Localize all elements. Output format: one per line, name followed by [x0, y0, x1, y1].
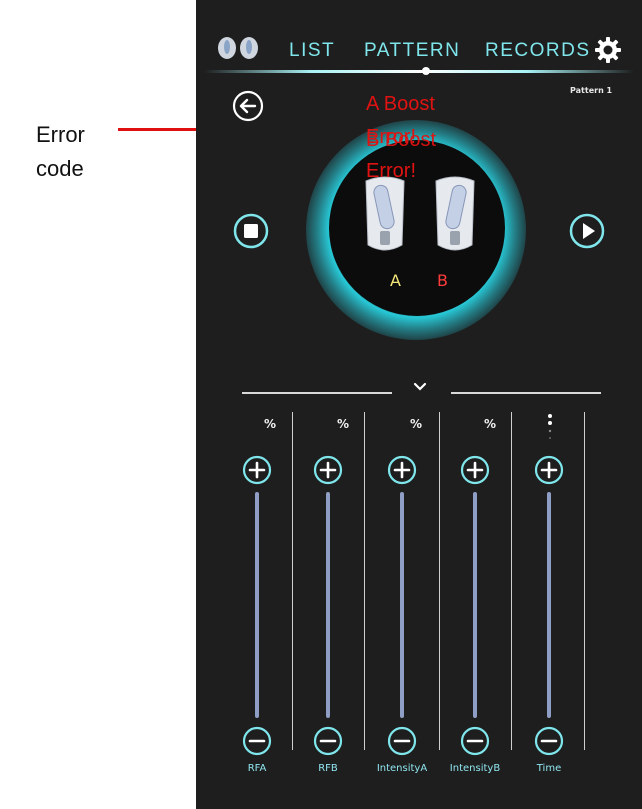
- gear-icon[interactable]: [594, 36, 622, 64]
- active-tab-dot: [422, 67, 430, 75]
- more-vertical-icon: [548, 414, 552, 439]
- earbuds-icon[interactable]: [216, 35, 262, 63]
- column-divider: [584, 412, 585, 750]
- earbud-b-label: B: [437, 271, 448, 290]
- chevron-down-icon[interactable]: [413, 382, 427, 392]
- annotation-line2: code: [36, 156, 84, 181]
- a-boost-error-text: A Boost: [366, 93, 435, 115]
- column-divider: [511, 412, 512, 750]
- annotation-line1: Error: [36, 122, 85, 147]
- intensity-b-minus-icon[interactable]: [460, 726, 490, 756]
- rfb-slider[interactable]: [326, 492, 330, 718]
- time-slider[interactable]: [547, 492, 551, 718]
- rfb-plus-icon[interactable]: [313, 455, 343, 485]
- intensity-a-plus-icon[interactable]: [387, 455, 417, 485]
- rfa-unit-label: %: [264, 417, 277, 431]
- intensity-b-channel-label: IntensityB: [449, 763, 501, 774]
- active-tab-indicator: [204, 70, 634, 73]
- tab-list[interactable]: LIST: [289, 40, 335, 62]
- rfb-channel-label: RFB: [318, 763, 338, 774]
- rfa-channel-label: RFA: [247, 763, 267, 774]
- rfa-minus-icon[interactable]: [242, 726, 272, 756]
- intensity-b-slider[interactable]: [473, 492, 477, 718]
- rfa-slider[interactable]: [255, 492, 259, 718]
- b-error-word: Error!: [366, 160, 416, 182]
- play-circle-icon[interactable]: [569, 213, 605, 249]
- time-channel-label: Time: [536, 763, 562, 774]
- tab-records[interactable]: RECORDS: [485, 40, 591, 62]
- intensity-a-slider[interactable]: [400, 492, 404, 718]
- rfb-minus-icon[interactable]: [313, 726, 343, 756]
- intensity-b-plus-icon[interactable]: [460, 455, 490, 485]
- time-plus-icon[interactable]: [534, 455, 564, 485]
- column-divider: [364, 412, 365, 750]
- rfb-unit-label: %: [337, 417, 350, 431]
- earbud-a-label: A: [390, 271, 401, 290]
- app-screen: LIST PATTERN RECORDS Pattern 1 A B A Boo…: [196, 0, 642, 809]
- column-divider: [292, 412, 293, 750]
- section-divider-left: [242, 392, 392, 394]
- pattern-name-label: Pattern 1: [570, 86, 613, 95]
- section-divider-right: [451, 392, 601, 394]
- tab-pattern[interactable]: PATTERN: [364, 40, 460, 62]
- top-navigation: LIST PATTERN RECORDS: [196, 0, 642, 80]
- intensity-a-unit-label: %: [410, 417, 423, 431]
- b-boost-error-text: B Boost: [366, 129, 437, 151]
- intensity-a-minus-icon[interactable]: [387, 726, 417, 756]
- intensity-b-unit-label: %: [484, 417, 497, 431]
- column-divider: [439, 412, 440, 750]
- time-minus-icon[interactable]: [534, 726, 564, 756]
- earbud-b-image: [435, 176, 475, 251]
- earbud-a-image: [365, 176, 405, 251]
- stop-circle-icon[interactable]: [233, 213, 269, 249]
- rfa-plus-icon[interactable]: [242, 455, 272, 485]
- arrow-left-circle-icon[interactable]: [232, 90, 264, 122]
- intensity-a-channel-label: IntensityA: [376, 763, 428, 774]
